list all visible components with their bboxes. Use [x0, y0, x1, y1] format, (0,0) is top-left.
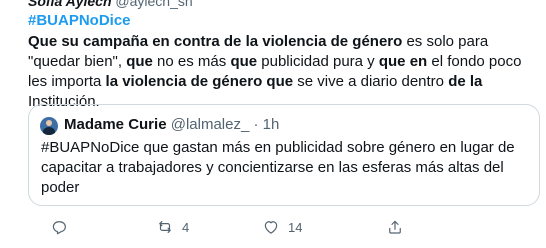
retweet-icon	[159, 220, 171, 234]
quoted-tweet-card[interactable]: Madame Curie @lalmalez_ · 1h #BUAPNoDice…	[28, 104, 540, 206]
share-button[interactable]	[386, 218, 412, 236]
like-count: 14	[288, 219, 303, 235]
tweet-text-segment: que	[126, 53, 153, 70]
share-icon	[389, 220, 401, 234]
retweet-button[interactable]: 4	[156, 218, 189, 236]
hashtag-link[interactable]: #BUAPNoDice	[28, 12, 131, 29]
like-button[interactable]: 14	[262, 218, 302, 236]
quoted-author-handle: @lalmalez_	[170, 116, 250, 133]
tweet-text: Que su campaña en contra de la violencia…	[28, 32, 540, 112]
tweet-text-segment: Que su campaña en contra de la violencia…	[28, 33, 403, 50]
quoted-timestamp: 1h	[262, 116, 280, 133]
tweet-text-segment: la violencia de género que	[105, 73, 294, 90]
tweet-text-segment: que	[230, 53, 258, 70]
quoted-tweet-text: #BUAPNoDice que gastan más en publicidad…	[41, 139, 515, 196]
reply-icon	[52, 221, 66, 235]
tweet-actions: 4 14	[28, 218, 540, 240]
quoted-author-name: Madame Curie	[64, 116, 167, 133]
quoted-author-avatar	[40, 117, 58, 135]
tweet-text-segment: se vive a diario dentro	[293, 73, 449, 90]
quoted-tweet-header: Madame Curie @lalmalez_ · 1h	[64, 116, 279, 133]
retweet-count: 4	[182, 219, 190, 235]
reply-button[interactable]	[50, 218, 76, 236]
heart-icon	[264, 221, 278, 234]
tweet-text-segment: de la	[448, 73, 483, 90]
quoted-separator: ·	[253, 116, 259, 133]
author-name[interactable]: Sofia Aylech	[28, 0, 112, 9]
author-handle[interactable]: @aylech_sh	[115, 0, 192, 9]
tweet-header: Sofia Aylech @aylech_sh	[28, 0, 193, 9]
tweet-text-segment: que en	[378, 53, 428, 70]
tweet-text-segment: no es más	[152, 53, 231, 70]
tweet-text-segment: publicidad pura y	[257, 53, 379, 70]
